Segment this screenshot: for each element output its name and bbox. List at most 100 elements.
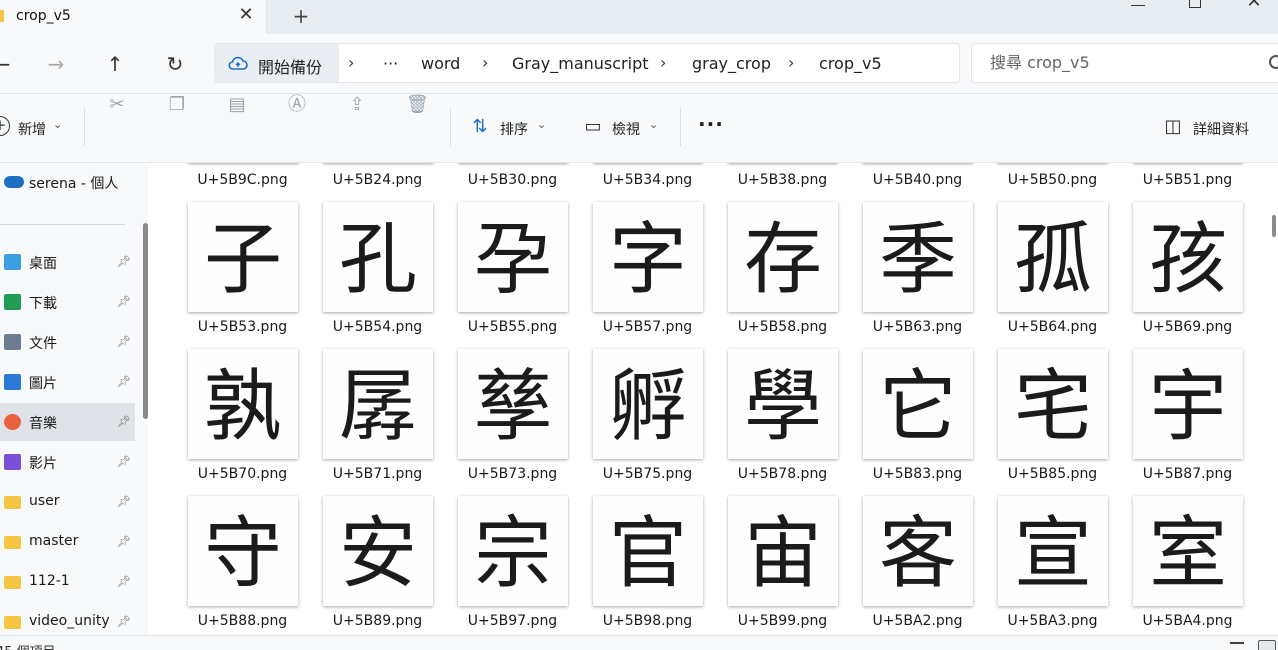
file-thumbnail[interactable]: 孳	[458, 349, 568, 459]
pin-icon[interactable]: 📌︎	[117, 375, 131, 388]
file-thumbnail[interactable]: 孔	[323, 202, 433, 312]
pin-icon[interactable]: 📌︎	[117, 255, 131, 268]
search-icon[interactable]	[1269, 55, 1278, 69]
file-name[interactable]: U+5B58.png	[715, 319, 850, 335]
file-thumbnail[interactable]: 安	[323, 496, 433, 606]
file-thumbnail[interactable]: 孩	[1133, 202, 1243, 312]
pin-icon[interactable]: 📌︎	[117, 495, 131, 508]
file-name[interactable]: U+5B64.png	[985, 319, 1120, 335]
file-thumbnail[interactable]: 宇	[1133, 349, 1243, 459]
file-name[interactable]: U+5B50.png	[985, 172, 1120, 188]
search-input[interactable]	[990, 53, 1250, 72]
close-window-button[interactable]: ✕	[1244, 0, 1264, 12]
file-thumbnail[interactable]: 它	[863, 349, 973, 459]
file-name[interactable]: U+5B88.png	[175, 613, 310, 629]
file-name[interactable]: U+5B38.png	[715, 172, 850, 188]
delete-icon[interactable]: 🗑︎	[406, 94, 429, 116]
rename-icon[interactable]: Ⓐ	[286, 94, 308, 116]
file-name[interactable]: U+5BA2.png	[850, 613, 985, 629]
file-thumbnail[interactable]: 孕	[458, 202, 568, 312]
maximize-button[interactable]	[1189, 0, 1201, 8]
sidebar-item--[interactable]: 下載 📌︎	[0, 283, 135, 321]
file-name[interactable]: U+5B98.png	[580, 613, 715, 629]
file-name[interactable]: U+5B78.png	[715, 466, 850, 482]
search-box[interactable]	[971, 43, 1278, 83]
up-button[interactable]: ↑	[103, 51, 127, 77]
file-name[interactable]: U+5B87.png	[1120, 466, 1255, 482]
pin-icon[interactable]: 📌︎	[117, 575, 131, 588]
file-name[interactable]: U+5B75.png	[580, 466, 715, 482]
file-name[interactable]: U+5B24.png	[310, 172, 445, 188]
pin-icon[interactable]: 📌︎	[117, 535, 131, 548]
file-thumbnail[interactable]: 守	[188, 496, 298, 606]
file-name[interactable]: U+5B53.png	[175, 319, 310, 335]
file-name[interactable]: U+5B71.png	[310, 466, 445, 482]
file-name[interactable]: U+5B70.png	[175, 466, 310, 482]
paste-icon[interactable]: ▤	[226, 94, 248, 116]
file-thumbnail[interactable]: 客	[863, 496, 973, 606]
details-view-button[interactable]	[1230, 642, 1244, 650]
address-bar[interactable]: 開始備份 › ··· word › Gray_manuscript › gray…	[214, 43, 960, 83]
tab-crop-v5[interactable]: crop_v5 ✕	[0, 0, 267, 34]
file-name[interactable]: U+5B69.png	[1120, 319, 1255, 335]
close-tab-button[interactable]: ✕	[236, 5, 256, 25]
sidebar-item-user[interactable]: user 📌︎	[0, 483, 135, 521]
pin-icon[interactable]: 📌︎	[117, 295, 131, 308]
file-name[interactable]: U+5B85.png	[985, 466, 1120, 482]
pin-icon[interactable]: 📌︎	[117, 455, 131, 468]
content-scrollbar[interactable]	[1272, 215, 1276, 237]
copy-icon[interactable]: ❐	[166, 94, 188, 116]
file-thumbnail[interactable]: 官	[593, 496, 703, 606]
file-name[interactable]: U+5B55.png	[445, 319, 580, 335]
file-name[interactable]: U+5BA3.png	[985, 613, 1120, 629]
sidebar-item--[interactable]: 影片 📌︎	[0, 443, 135, 481]
sidebar-item-master[interactable]: master 📌︎	[0, 523, 135, 561]
file-name[interactable]: U+5B99.png	[715, 613, 850, 629]
file-name[interactable]: U+5B73.png	[445, 466, 580, 482]
file-name[interactable]: U+5B51.png	[1120, 172, 1255, 188]
file-thumbnail[interactable]: 字	[593, 202, 703, 312]
file-thumbnail[interactable]: 孤	[998, 202, 1108, 312]
file-name[interactable]: U+5B54.png	[310, 319, 445, 335]
file-name[interactable]: U+5B97.png	[445, 613, 580, 629]
pin-icon[interactable]: 📌︎	[117, 335, 131, 348]
sidebar-item--[interactable]: 桌面 📌︎	[0, 243, 135, 281]
pin-icon[interactable]: 📌︎	[117, 415, 131, 428]
sidebar-item-112-1[interactable]: 112-1 📌︎	[0, 563, 135, 601]
backup-button[interactable]: 開始備份	[215, 44, 339, 82]
breadcrumb-crop-v5[interactable]: crop_v5	[819, 54, 882, 73]
cut-icon[interactable]: ✂	[106, 94, 128, 116]
sidebar-item-onedrive[interactable]: serena - 個人	[0, 163, 135, 201]
forward-button[interactable]: →	[44, 51, 68, 77]
file-name[interactable]: U+5B63.png	[850, 319, 985, 335]
breadcrumb-overflow[interactable]: ···	[383, 54, 398, 73]
file-name[interactable]: U+5BA4.png	[1120, 613, 1255, 629]
sort-button[interactable]: ⇅ 排序 ⌄	[469, 116, 554, 140]
sidebar-item--[interactable]: 文件 📌︎	[0, 323, 135, 361]
file-name[interactable]: U+5B57.png	[580, 319, 715, 335]
sidebar-item--[interactable]: 音樂 📌︎	[0, 403, 135, 441]
file-name[interactable]: U+5B9C.png	[175, 172, 310, 188]
file-thumbnail[interactable]: 學	[728, 349, 838, 459]
sidebar-scrollbar[interactable]	[143, 223, 148, 419]
refresh-button[interactable]: ↻	[163, 51, 187, 77]
file-name[interactable]: U+5B34.png	[580, 172, 715, 188]
breadcrumb-gray-manuscript[interactable]: Gray_manuscript	[512, 54, 649, 73]
file-thumbnail[interactable]: 存	[728, 202, 838, 312]
file-thumbnail[interactable]: 季	[863, 202, 973, 312]
file-thumbnail[interactable]: 孰	[188, 349, 298, 459]
file-name[interactable]: U+5B40.png	[850, 172, 985, 188]
thumbnail-view-button[interactable]	[1258, 640, 1276, 650]
share-icon[interactable]: ⇪	[346, 94, 368, 116]
file-name[interactable]: U+5B30.png	[445, 172, 580, 188]
new-tab-button[interactable]: +	[290, 4, 312, 28]
pin-icon[interactable]: 📌︎	[117, 615, 131, 628]
file-thumbnail[interactable]: 子	[188, 202, 298, 312]
file-thumbnail[interactable]: 宅	[998, 349, 1108, 459]
file-thumbnail[interactable]: 宙	[728, 496, 838, 606]
breadcrumb-word[interactable]: word	[421, 54, 460, 73]
file-thumbnail[interactable]: 宗	[458, 496, 568, 606]
file-thumbnail[interactable]: 孵	[593, 349, 703, 459]
minimize-button[interactable]	[1131, 0, 1145, 6]
details-pane-button[interactable]: ◫ 詳細資料	[1162, 116, 1262, 140]
